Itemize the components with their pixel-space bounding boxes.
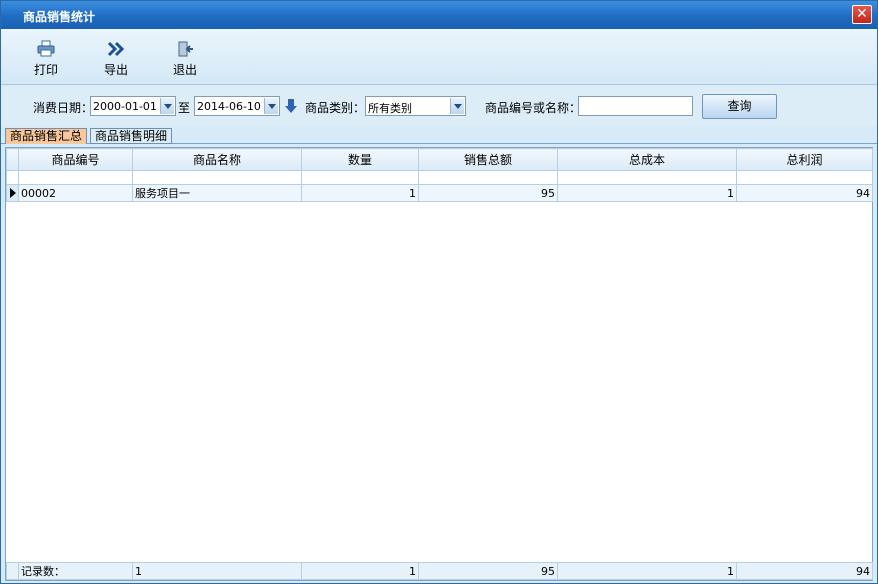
- to-label: 至: [178, 101, 191, 115]
- sales-stat-window: 商品销售统计 ✕ 打印 导出 退出 消费日期： 2000-01-01 至 201…: [0, 0, 878, 584]
- grid-table: 商品编号 商品名称 数量 销售总额 总成本 总利润 00002 服务项目一 1 …: [6, 148, 873, 202]
- query-button[interactable]: 查询: [702, 94, 777, 119]
- header-row: 商品编号 商品名称 数量 销售总额 总成本 总利润: [6, 148, 873, 171]
- footer-selector-cell: [6, 562, 19, 580]
- date-label: 消费日期：: [33, 101, 94, 115]
- grid-footer: 记录数： 1 1 95 1 94: [6, 562, 873, 580]
- row-selector-header: [6, 148, 19, 171]
- row-selector[interactable]: [6, 184, 19, 202]
- summary-row: 记录数： 1 1 95 1 94: [6, 562, 873, 580]
- cell-sales[interactable]: 95: [418, 184, 558, 202]
- table-row[interactable]: 00002 服务项目一 1 95 1 94: [6, 184, 873, 202]
- column-header[interactable]: 商品编号: [18, 148, 133, 171]
- filter-cell[interactable]: [418, 170, 558, 185]
- double-chevron-right-icon: [107, 41, 125, 57]
- title-bar: 商品销售统计 ✕: [1, 1, 877, 29]
- window-title: 商品销售统计: [23, 10, 96, 24]
- cell-cost[interactable]: 1: [557, 184, 737, 202]
- summary-count: 1: [132, 562, 302, 580]
- code-name-label: 商品编号或名称：: [485, 101, 582, 115]
- export-label: 导出: [103, 63, 128, 77]
- cell-code[interactable]: 00002: [18, 184, 133, 202]
- summary-qty: 1: [301, 562, 419, 580]
- filter-row: [6, 170, 873, 185]
- summary-sales: 95: [418, 562, 558, 580]
- code-name-input[interactable]: [578, 96, 693, 116]
- record-count-label: 记录数：: [18, 562, 133, 580]
- exit-button[interactable]: 退出: [162, 40, 208, 80]
- cell-profit[interactable]: 94: [736, 184, 873, 202]
- cell-name[interactable]: 服务项目一: [132, 184, 302, 202]
- filter-cell[interactable]: [557, 170, 737, 185]
- date-from-picker[interactable]: 2000-01-01: [90, 96, 176, 116]
- filter-cell[interactable]: [301, 170, 419, 185]
- column-header[interactable]: 销售总额: [418, 148, 558, 171]
- filter-cell[interactable]: [18, 170, 133, 185]
- chevron-down-icon[interactable]: [160, 98, 174, 114]
- date-to-picker[interactable]: 2014-06-10: [194, 96, 280, 116]
- column-header[interactable]: 总利润: [736, 148, 873, 171]
- row-pointer-icon: [10, 188, 16, 198]
- column-header[interactable]: 数量: [301, 148, 419, 171]
- summary-cost: 1: [557, 562, 737, 580]
- print-label: 打印: [33, 63, 58, 77]
- tab-sales-summary[interactable]: 商品销售汇总: [5, 128, 88, 144]
- chevron-down-icon[interactable]: [264, 98, 278, 114]
- summary-profit: 94: [736, 562, 873, 580]
- filter-cell[interactable]: [736, 170, 873, 185]
- tab-sales-detail[interactable]: 商品销售明细: [90, 128, 173, 144]
- category-select[interactable]: 所有类别: [365, 96, 466, 116]
- close-button[interactable]: ✕: [852, 5, 872, 24]
- cell-qty[interactable]: 1: [301, 184, 419, 202]
- filter-selector-cell: [6, 170, 19, 185]
- arrow-down-icon[interactable]: [284, 98, 298, 114]
- tab-strip: 商品销售汇总 商品销售明细: [1, 127, 877, 144]
- exit-label: 退出: [172, 63, 197, 77]
- print-button[interactable]: 打印: [23, 40, 69, 80]
- date-to-value: 2014-06-10: [197, 100, 261, 113]
- category-label: 商品类别：: [305, 101, 366, 115]
- export-button[interactable]: 导出: [93, 40, 139, 80]
- column-header[interactable]: 总成本: [557, 148, 737, 171]
- column-header[interactable]: 商品名称: [132, 148, 302, 171]
- chevron-down-icon[interactable]: [450, 98, 464, 114]
- sales-grid: 商品编号 商品名称 数量 销售总额 总成本 总利润 00002 服务项目一 1 …: [5, 147, 873, 581]
- date-from-value: 2000-01-01: [93, 100, 157, 113]
- filter-bar: 消费日期： 2000-01-01 至 2014-06-10 商品类别： 所有类别…: [1, 86, 877, 126]
- filter-cell[interactable]: [132, 170, 302, 185]
- toolbar: 打印 导出 退出: [1, 29, 877, 85]
- category-value: 所有类别: [368, 102, 412, 115]
- printer-icon: [37, 40, 55, 57]
- exit-door-icon: [178, 41, 193, 57]
